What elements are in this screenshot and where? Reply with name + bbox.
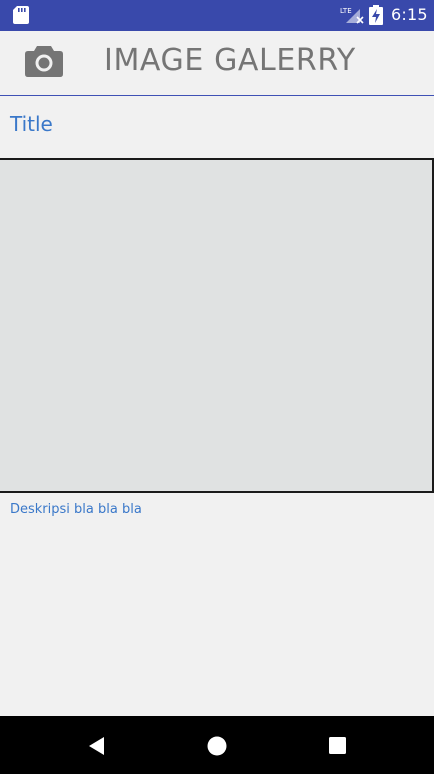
sd-card-icon [13,6,29,24]
lte-label: LTE [340,7,352,15]
image-placeholder [0,158,434,493]
camera-icon [25,46,63,77]
clock: 6:15 [391,5,428,24]
item-description: Deskripsi bla bla bla [10,502,142,517]
camera-button[interactable] [24,43,64,79]
navigation-bar [0,716,434,774]
item-title: Title [10,112,53,136]
status-bar: LTE 6:15 [0,0,434,31]
lte-signal-icon: LTE [340,7,364,24]
recents-icon[interactable] [327,735,349,757]
back-icon[interactable] [86,735,108,757]
home-icon[interactable] [206,735,228,757]
app-title: IMAGE GALERRY [104,43,356,78]
app-header: IMAGE GALERRY [0,31,434,96]
battery-charging-icon [369,5,383,25]
